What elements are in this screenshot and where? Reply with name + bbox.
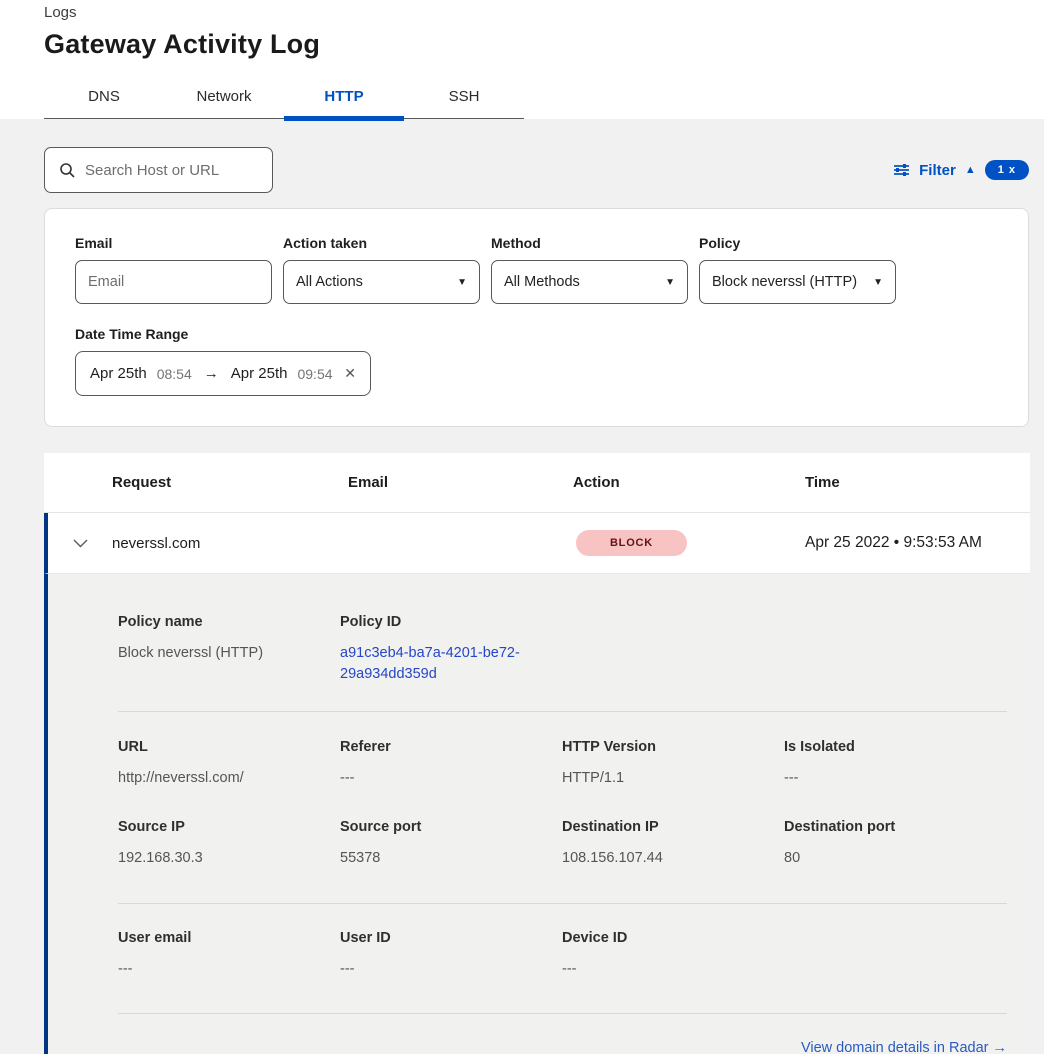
date-range-picker[interactable]: Apr 25th 08:54 → Apr 25th 09:54 ✕ xyxy=(75,351,371,396)
detail-destination-ip: Destination IP 108.156.107.44 xyxy=(562,819,784,869)
expand-chevron-icon[interactable] xyxy=(48,539,112,548)
column-header-request: Request xyxy=(112,474,348,491)
destination-port-value: 80 xyxy=(784,848,1007,869)
policy-name-value: Block neverssl (HTTP) xyxy=(118,643,340,664)
filter-field-date-range: Date Time Range Apr 25th 08:54 → Apr 25t… xyxy=(75,326,998,396)
log-table: Request Email Action Time neverssl.com B… xyxy=(44,453,1030,1054)
filter-label: Filter xyxy=(919,162,956,179)
policy-id-label: Policy ID xyxy=(340,614,562,630)
date-range-label: Date Time Range xyxy=(75,326,998,342)
filter-count-badge[interactable]: 1 x xyxy=(985,160,1029,180)
filter-field-action-taken: Action taken All Actions ▼ xyxy=(283,235,480,304)
destination-ip-value: 108.156.107.44 xyxy=(562,848,784,869)
device-id-value: --- xyxy=(562,959,784,980)
detail-http-version: HTTP Version HTTP/1.1 xyxy=(562,739,784,789)
start-date[interactable]: Apr 25th xyxy=(90,365,147,382)
policy-label: Policy xyxy=(699,235,896,251)
search-box[interactable] xyxy=(44,147,273,193)
detail-destination-port: Destination port 80 xyxy=(784,819,1007,869)
row-details-panel: Policy name Block neverssl (HTTP) Policy… xyxy=(44,574,1030,1054)
filter-field-email: Email xyxy=(75,235,272,304)
is-isolated-value: --- xyxy=(784,768,1007,789)
row-time: Apr 25 2022 • 9:53:53 AM xyxy=(805,534,1030,552)
filter-panel: Email Action taken All Actions ▼ Method … xyxy=(44,208,1029,427)
user-email-label: User email xyxy=(118,930,340,946)
tab-ssh[interactable]: SSH xyxy=(404,78,524,118)
chevron-down-icon: ▼ xyxy=(457,277,467,288)
destination-port-label: Destination port xyxy=(784,819,1007,835)
search-icon xyxy=(59,162,75,178)
device-id-label: Device ID xyxy=(562,930,784,946)
table-header-row: Request Email Action Time xyxy=(44,453,1030,513)
referer-label: Referer xyxy=(340,739,562,755)
detail-user-email: User email --- xyxy=(118,930,340,980)
source-port-value: 55378 xyxy=(340,848,562,869)
filter-icon xyxy=(893,162,910,178)
search-input[interactable] xyxy=(85,162,258,179)
url-label: URL xyxy=(118,739,340,755)
radar-details-link[interactable]: View domain details in Radar → xyxy=(801,1040,1007,1054)
toolbar: Filter ▲ 1 x xyxy=(44,147,1029,193)
start-time[interactable]: 08:54 xyxy=(157,366,192,382)
method-value: All Methods xyxy=(504,274,580,290)
column-header-action: Action xyxy=(573,474,805,491)
tab-network[interactable]: Network xyxy=(164,78,284,118)
column-header-time: Time xyxy=(805,474,1030,491)
arrow-right-icon: → xyxy=(202,365,221,382)
detail-policy-id: Policy ID a91c3eb4-ba7a-4201-be72-29a934… xyxy=(340,614,562,685)
detail-is-isolated: Is Isolated --- xyxy=(784,739,1007,789)
detail-referer: Referer --- xyxy=(340,739,562,789)
email-label: Email xyxy=(75,235,272,251)
tab-dns[interactable]: DNS xyxy=(44,78,164,118)
user-email-value: --- xyxy=(118,959,340,980)
url-value: http://neverssl.com/ xyxy=(118,768,340,789)
end-time[interactable]: 09:54 xyxy=(297,366,332,382)
chevron-up-icon: ▲ xyxy=(965,164,976,176)
detail-user-id: User ID --- xyxy=(340,930,562,980)
method-select[interactable]: All Methods ▼ xyxy=(491,260,688,304)
page-header: Logs Gateway Activity Log DNS Network HT… xyxy=(0,0,1044,119)
email-input[interactable] xyxy=(88,274,259,290)
filter-field-policy: Policy Block neverssl (HTTP) ▼ xyxy=(699,235,896,304)
policy-select[interactable]: Block neverssl (HTTP) ▼ xyxy=(699,260,896,304)
detail-source-ip: Source IP 192.168.30.3 xyxy=(118,819,340,869)
http-version-value: HTTP/1.1 xyxy=(562,768,784,789)
action-taken-value: All Actions xyxy=(296,274,363,290)
action-taken-label: Action taken xyxy=(283,235,480,251)
user-id-label: User ID xyxy=(340,930,562,946)
source-ip-value: 192.168.30.3 xyxy=(118,848,340,869)
filter-toggle[interactable]: Filter ▲ 1 x xyxy=(893,160,1029,180)
status-badge: BLOCK xyxy=(576,530,687,556)
http-version-label: HTTP Version xyxy=(562,739,784,755)
filter-field-method: Method All Methods ▼ xyxy=(491,235,688,304)
breadcrumb[interactable]: Logs xyxy=(44,4,1044,21)
page-title: Gateway Activity Log xyxy=(44,29,1044,60)
chevron-down-icon: ▼ xyxy=(873,277,883,288)
detail-source-port: Source port 55378 xyxy=(340,819,562,869)
chevron-down-icon: ▼ xyxy=(665,277,675,288)
source-ip-label: Source IP xyxy=(118,819,340,835)
end-date[interactable]: Apr 25th xyxy=(231,365,288,382)
row-request: neverssl.com xyxy=(112,535,348,552)
is-isolated-label: Is Isolated xyxy=(784,739,1007,755)
clear-date-icon[interactable]: ✕ xyxy=(344,365,356,382)
row-action: BLOCK xyxy=(573,530,805,556)
tab-bar: DNS Network HTTP SSH xyxy=(44,78,524,119)
detail-url: URL http://neverssl.com/ xyxy=(118,739,340,789)
detail-device-id: Device ID --- xyxy=(562,930,784,980)
policy-id-link[interactable]: a91c3eb4-ba7a-4201-be72-29a934dd359d xyxy=(340,643,535,685)
source-port-label: Source port xyxy=(340,819,562,835)
policy-value: Block neverssl (HTTP) xyxy=(712,274,857,290)
method-label: Method xyxy=(491,235,688,251)
referer-value: --- xyxy=(340,768,562,789)
action-taken-select[interactable]: All Actions ▼ xyxy=(283,260,480,304)
tab-http[interactable]: HTTP xyxy=(284,78,404,118)
detail-policy-name: Policy name Block neverssl (HTTP) xyxy=(118,614,340,685)
column-header-email: Email xyxy=(348,474,573,491)
table-row[interactable]: neverssl.com BLOCK Apr 25 2022 • 9:53:53… xyxy=(44,513,1030,574)
destination-ip-label: Destination IP xyxy=(562,819,784,835)
user-id-value: --- xyxy=(340,959,562,980)
policy-name-label: Policy name xyxy=(118,614,340,630)
